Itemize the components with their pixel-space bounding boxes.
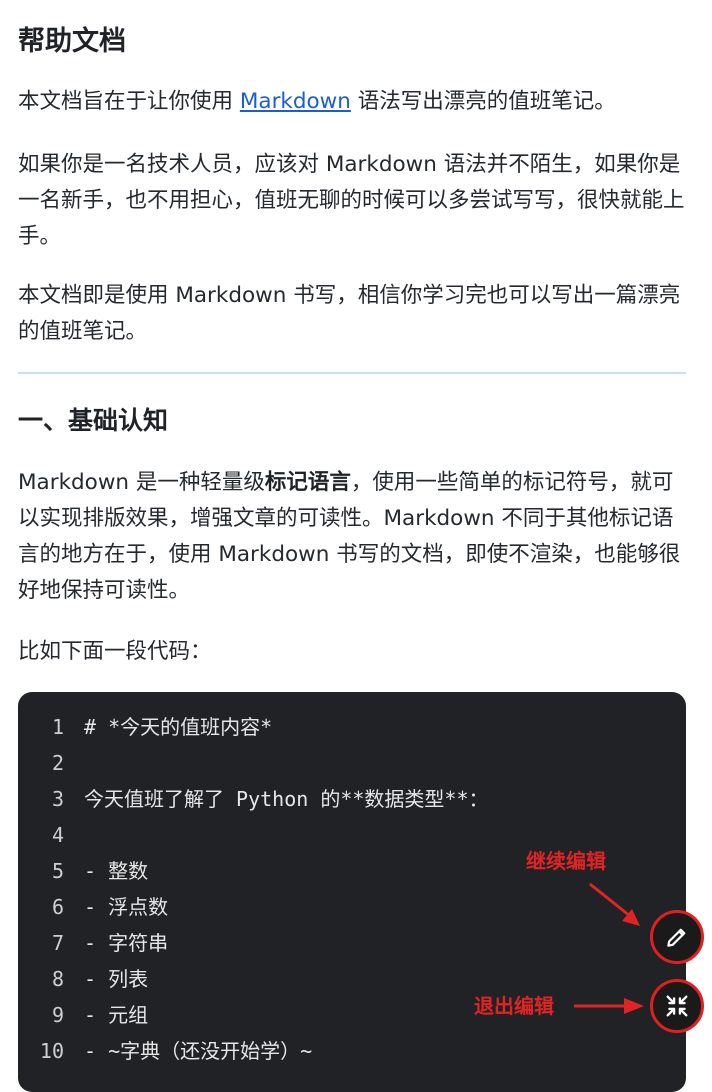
exit-edit-annotation: 退出编辑 [474, 994, 554, 1018]
line-number: 2 [51, 751, 64, 775]
code-text: - 字符串 [84, 931, 169, 955]
line-number: 9 [51, 1003, 64, 1027]
intro-paragraph: 本文档旨在于让你使用 Markdown 语法写出漂亮的值班笔记。 [18, 84, 686, 120]
line-number: 7 [51, 931, 64, 955]
paragraph-newcomer: 如果你是一名技术人员，应该对 Markdown 语法并不陌生，如果你是一名新手，… [18, 152, 685, 249]
code-line: 2 [18, 745, 678, 781]
code-text: - 整数 [84, 859, 149, 883]
line-number: 8 [51, 967, 64, 991]
code-line: 3 今天值班了解了 Python 的**数据类型**： [18, 781, 678, 817]
code-text: - ~字典（还没开始学）~ [84, 1039, 313, 1063]
collapse-icon [666, 995, 688, 1017]
paragraph-written-in-markdown: 本文档即是使用 Markdown 书写，相信你学习完也可以写出一篇漂亮的值班笔记… [18, 283, 681, 344]
code-line: 10 - ~字典（还没开始学）~ [18, 1033, 678, 1069]
code-text: - 浮点数 [84, 895, 169, 919]
pencil-icon [667, 928, 686, 947]
code-line: 9 - 元组 [18, 997, 678, 1033]
definition-bold-term: 标记语言 [264, 470, 351, 495]
continue-edit-button[interactable] [650, 910, 704, 964]
intro-text-post: 语法写出漂亮的值班笔记。 [350, 89, 616, 114]
line-number: 10 [39, 1039, 64, 1063]
exit-edit-button[interactable] [650, 979, 704, 1033]
code-text: - 列表 [84, 967, 149, 991]
code-text: 今天值班了解了 Python 的**数据类型**： [84, 787, 489, 811]
horizontal-divider [18, 372, 686, 374]
page-title: 帮助文档 [18, 26, 126, 57]
line-number: 4 [51, 823, 64, 847]
intro-text-pre: 本文档旨在于让你使用 [18, 89, 240, 114]
paragraph-markdown-definition: Markdown 是一种轻量级标记语言，使用一些简单的标记符号，就可以实现排版效… [18, 465, 686, 609]
code-line: 6 - 浮点数 [18, 889, 678, 925]
section-title-basics: 一、基础认知 [18, 406, 169, 435]
line-number: 5 [51, 859, 64, 883]
markdown-link[interactable]: Markdown [240, 89, 351, 114]
code-line: 7 - 字符串 [18, 925, 678, 961]
paragraph-example-intro: 比如下面一段代码： [18, 639, 212, 664]
code-line: 1 # *今天的值班内容* [18, 709, 678, 745]
continue-edit-annotation: 继续编辑 [526, 849, 606, 873]
code-line: 8 - 列表 [18, 961, 678, 997]
line-number: 6 [51, 895, 64, 919]
code-text: - 元组 [84, 1003, 149, 1027]
line-number: 3 [51, 787, 64, 811]
code-block: 1 # *今天的值班内容* 2 3 今天值班了解了 Python 的**数据类型**… [18, 692, 686, 1092]
code-text: # *今天的值班内容* [84, 715, 273, 739]
line-number: 1 [51, 715, 64, 739]
definition-text-pre: Markdown 是一种轻量级 [18, 470, 265, 495]
